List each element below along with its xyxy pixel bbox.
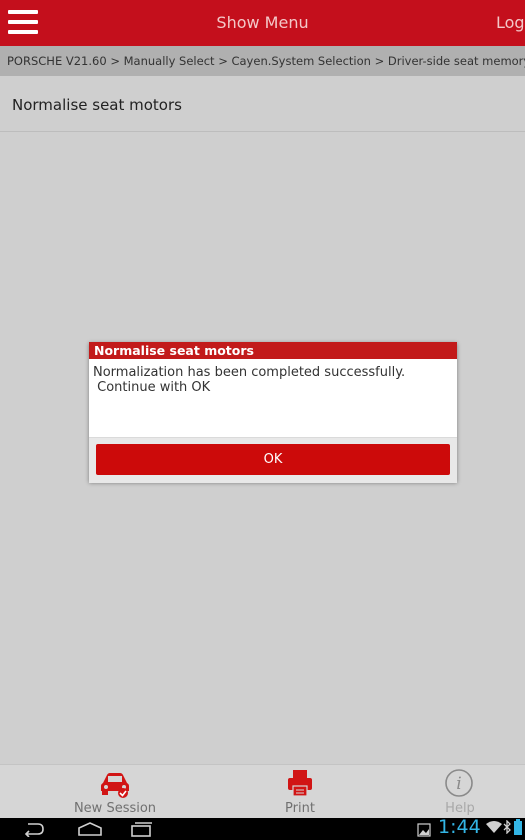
bluetooth-icon: [503, 820, 511, 834]
show-menu-title[interactable]: Show Menu: [0, 13, 525, 32]
wifi-icon: [486, 821, 502, 833]
recent-apps-icon[interactable]: [130, 821, 154, 837]
breadcrumb: PORSCHE V21.60 > Manually Select > Cayen…: [0, 46, 525, 76]
dialog-title: Normalise seat motors: [89, 342, 457, 359]
gallery-notification-icon: [417, 823, 431, 837]
dialog-message-line-1: Normalization has been completed success…: [93, 365, 406, 380]
dialog-message-line-2: Continue with OK: [93, 380, 211, 395]
help-button[interactable]: i Help: [420, 765, 500, 819]
back-icon[interactable]: [22, 821, 46, 837]
dialog-message: Normalization has been completed success…: [89, 359, 457, 430]
result-dialog: Normalise seat motors Normalization has …: [89, 342, 457, 483]
ok-button[interactable]: OK: [96, 444, 450, 475]
battery-icon: [514, 819, 522, 835]
new-session-label: New Session: [73, 801, 157, 816]
new-session-button[interactable]: New Session: [60, 765, 170, 819]
print-button[interactable]: Print: [250, 765, 350, 819]
car-check-icon: [101, 773, 129, 798]
login-button[interactable]: Logi: [496, 13, 525, 32]
print-label: Print: [285, 801, 315, 816]
dialog-actions: OK: [89, 437, 457, 483]
printer-icon: [288, 770, 312, 797]
svg-text:i: i: [456, 774, 461, 794]
bottom-toolbar: New Session Print i Help: [0, 764, 525, 819]
help-label: Help: [445, 801, 475, 816]
home-icon[interactable]: [77, 821, 103, 837]
info-icon: i: [445, 769, 473, 797]
app-header: Show Menu Logi: [0, 0, 525, 46]
list-item-normalise-seat-motors[interactable]: Normalise seat motors: [0, 76, 525, 132]
system-navigation-bar: 1:44: [0, 816, 525, 840]
status-clock: 1:44: [438, 816, 481, 838]
